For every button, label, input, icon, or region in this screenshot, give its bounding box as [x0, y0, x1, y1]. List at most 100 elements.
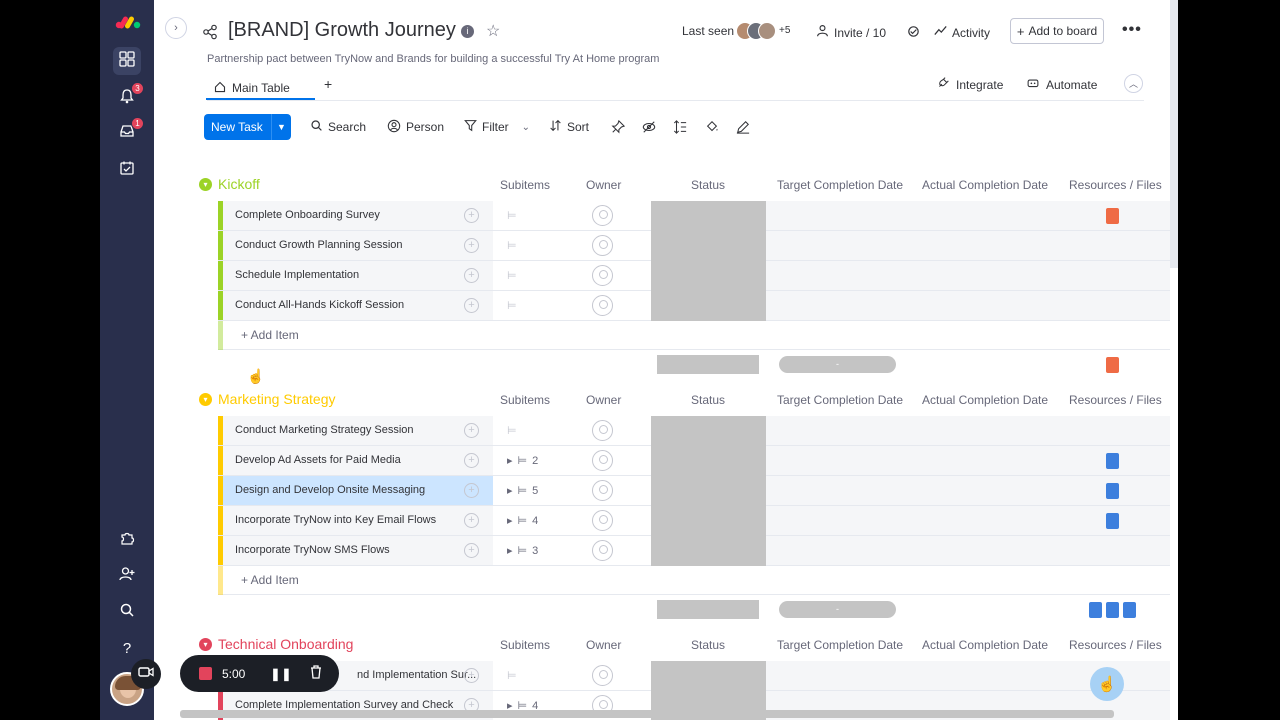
sidebar-toggle-button[interactable]: › [165, 17, 187, 39]
table-row[interactable]: nd Implementation Sur... + ⊨ [218, 661, 1170, 691]
date-summary-pill[interactable]: - [779, 601, 896, 618]
col-header-subitems[interactable]: Subitems [500, 178, 550, 192]
dates-cells[interactable] [766, 536, 1170, 565]
activity-button[interactable]: Activity [934, 24, 990, 42]
col-header-status[interactable]: Status [691, 393, 725, 407]
chevron-down-icon[interactable]: ▾ [199, 637, 212, 651]
share-icon[interactable] [202, 24, 218, 45]
doc-file-icon[interactable] [1106, 453, 1119, 469]
doc-file-icon[interactable] [1089, 602, 1102, 618]
col-header-actual-date[interactable]: Actual Completion Date [922, 178, 1048, 192]
group-title-marketing-strategy[interactable]: ▾ Marketing Strategy [199, 391, 336, 407]
owner-avatar-placeholder[interactable] [592, 420, 613, 441]
my-work-button[interactable] [113, 156, 141, 184]
owner-avatar-placeholder[interactable] [592, 265, 613, 286]
doc-file-icon[interactable] [1123, 602, 1136, 618]
add-update-icon[interactable]: + [464, 513, 479, 528]
workspace-nav-button[interactable] [113, 47, 141, 75]
col-header-actual-date[interactable]: Actual Completion Date [922, 393, 1048, 407]
item-name[interactable]: Design and Develop Onsite Messaging [235, 476, 493, 505]
subitems-icon[interactable]: ⊨ [507, 661, 517, 690]
owner-avatar-placeholder[interactable] [592, 540, 613, 561]
add-update-icon[interactable]: + [464, 453, 479, 468]
col-header-target-date[interactable]: Target Completion Date [777, 393, 903, 407]
doc-file-icon[interactable] [1106, 602, 1119, 618]
item-name[interactable]: Incorporate TryNow into Key Email Flows [235, 506, 493, 535]
item-name[interactable]: Conduct Marketing Strategy Session [235, 416, 493, 445]
hide-columns-icon[interactable] [642, 120, 656, 139]
chevron-down-icon[interactable]: ⌄ [522, 122, 530, 133]
dates-cells[interactable] [766, 416, 1170, 445]
owner-avatar-placeholder[interactable] [592, 235, 613, 256]
subitems-icon[interactable]: ⊨ [507, 261, 517, 290]
col-header-subitems[interactable]: Subitems [500, 393, 550, 407]
add-view-button[interactable]: + [324, 76, 332, 92]
add-to-board-button[interactable]: + Add to board [1010, 18, 1104, 44]
pdf-file-icon[interactable] [1106, 357, 1119, 373]
search-button[interactable]: Search [310, 118, 366, 136]
status-cell[interactable] [651, 661, 766, 691]
horizontal-scrollbar[interactable] [180, 710, 1114, 718]
col-header-owner[interactable]: Owner [586, 638, 621, 652]
doc-file-icon[interactable] [1106, 513, 1119, 529]
pin-icon[interactable] [611, 119, 626, 139]
table-row[interactable]: Schedule Implementation + ⊨ [218, 261, 1170, 291]
star-icon[interactable]: ☆ [486, 21, 500, 41]
group-title-technical-onboarding[interactable]: ▾ Technical Onboarding [199, 636, 353, 652]
integrate-button[interactable]: Integrate [937, 76, 1003, 94]
subitems-icon[interactable]: ⊨ [507, 201, 517, 230]
status-cell[interactable] [651, 261, 766, 291]
col-header-files[interactable]: Resources / Files [1069, 393, 1162, 407]
group-title-kickoff[interactable]: ▾ Kickoff [199, 176, 260, 192]
col-header-files[interactable]: Resources / Files [1069, 638, 1162, 652]
notifications-button[interactable]: 3 [113, 82, 144, 112]
row-height-icon[interactable] [673, 120, 687, 139]
add-update-icon[interactable]: + [464, 483, 479, 498]
sort-button[interactable]: Sort [549, 118, 589, 136]
owner-avatar-placeholder[interactable] [592, 205, 613, 226]
board-description[interactable]: Partnership pact between TryNow and Bran… [207, 53, 659, 65]
table-row-selected[interactable]: Design and Develop Onsite Messaging + ▸ ⊨… [218, 476, 1170, 506]
more-options-icon[interactable]: ••• [1122, 21, 1142, 39]
status-summary-bar[interactable] [657, 600, 759, 619]
table-row[interactable]: Develop Ad Assets for Paid Media + ▸ ⊨ 2 [218, 446, 1170, 476]
col-header-files[interactable]: Resources / Files [1069, 178, 1162, 192]
vertical-scrollbar[interactable] [1170, 0, 1178, 268]
add-item-row[interactable]: + Add Item [218, 566, 1170, 595]
new-task-button[interactable]: New Task ▼ [204, 114, 291, 140]
search-everything-button[interactable] [113, 598, 141, 626]
help-assistant-button[interactable]: ☝ [1090, 667, 1124, 701]
col-header-actual-date[interactable]: Actual Completion Date [922, 638, 1048, 652]
item-name[interactable]: Schedule Implementation [235, 261, 493, 290]
dates-cells[interactable] [766, 261, 1170, 290]
monday-logo[interactable] [114, 12, 142, 32]
add-update-icon[interactable]: + [464, 268, 479, 283]
item-name[interactable]: Complete Onboarding Survey [235, 201, 493, 230]
status-cell[interactable] [651, 446, 766, 476]
trash-icon[interactable] [310, 665, 322, 682]
help-button[interactable]: ? [113, 634, 141, 662]
add-update-icon[interactable]: + [464, 423, 479, 438]
paint-bucket-icon[interactable] [705, 120, 719, 139]
inbox-button[interactable]: 1 [113, 117, 144, 147]
status-cell[interactable] [651, 536, 766, 566]
doc-file-icon[interactable] [1106, 483, 1119, 499]
item-name[interactable]: Conduct All-Hands Kickoff Session [235, 291, 493, 320]
owner-avatar-placeholder[interactable] [592, 480, 613, 501]
add-update-icon[interactable]: + [464, 208, 479, 223]
col-header-owner[interactable]: Owner [586, 178, 621, 192]
add-update-icon[interactable]: + [464, 238, 479, 253]
add-item-label[interactable]: + Add Item [241, 321, 299, 350]
item-name[interactable]: Conduct Growth Planning Session [235, 231, 493, 260]
col-header-owner[interactable]: Owner [586, 393, 621, 407]
add-update-icon[interactable]: + [464, 668, 479, 683]
table-row[interactable]: Incorporate TryNow into Key Email Flows … [218, 506, 1170, 536]
camera-toggle-button[interactable] [131, 659, 161, 689]
add-item-label[interactable]: + Add Item [241, 566, 299, 595]
add-update-icon[interactable]: + [464, 298, 479, 313]
automate-button[interactable]: Automate [1026, 76, 1097, 94]
chevron-down-icon[interactable]: ▾ [199, 177, 212, 191]
invite-members-button[interactable] [113, 562, 141, 590]
dates-cells[interactable] [766, 291, 1170, 320]
col-header-subitems[interactable]: Subitems [500, 638, 550, 652]
